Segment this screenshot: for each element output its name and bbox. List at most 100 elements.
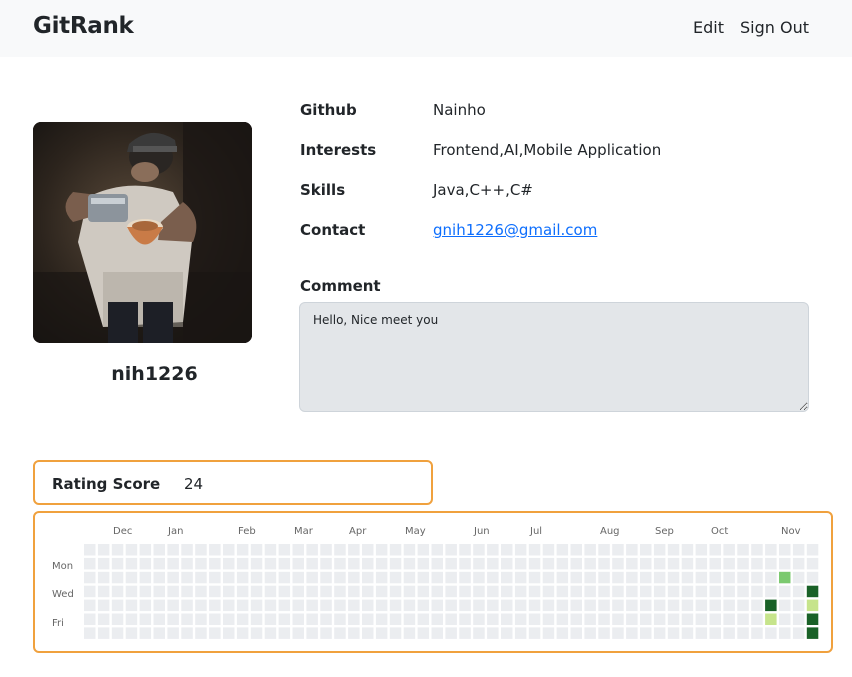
contribution-cell bbox=[751, 557, 763, 570]
contribution-cell bbox=[695, 571, 708, 584]
rating-score-label: Rating Score bbox=[52, 475, 161, 493]
contribution-cell bbox=[209, 585, 221, 598]
contribution-cell bbox=[348, 627, 360, 639]
contribution-cell bbox=[334, 613, 346, 625]
contribution-cell bbox=[264, 613, 277, 625]
contribution-cell bbox=[292, 557, 304, 570]
contribution-cell bbox=[640, 557, 652, 570]
contribution-cell bbox=[681, 613, 694, 625]
contribution-cell bbox=[487, 544, 499, 556]
contribution-cell bbox=[709, 571, 721, 584]
contribution-cell bbox=[473, 571, 485, 584]
contribution-cell bbox=[570, 544, 582, 556]
contribution-cell bbox=[97, 613, 110, 625]
contribution-cell bbox=[528, 571, 541, 584]
contribution-cell bbox=[584, 585, 596, 598]
contribution-cell bbox=[514, 544, 527, 556]
month-label-jan: Jan bbox=[167, 526, 183, 537]
contribution-cell bbox=[111, 627, 124, 639]
contribution-cell bbox=[667, 627, 680, 639]
contribution-cell bbox=[612, 599, 624, 612]
day-label-wed: Wed bbox=[52, 589, 74, 600]
comment-textarea[interactable]: Hello, Nice meet you bbox=[299, 302, 809, 412]
contribution-cell bbox=[709, 557, 721, 570]
contribution-cell bbox=[542, 571, 555, 584]
contribution-cell bbox=[278, 557, 291, 570]
contact-label: Contact bbox=[300, 221, 366, 239]
brand-logo[interactable]: GitRank bbox=[33, 13, 134, 39]
contribution-cell bbox=[626, 571, 638, 584]
contribution-cell bbox=[417, 571, 430, 584]
contribution-cell bbox=[737, 544, 749, 556]
contribution-cell bbox=[223, 613, 235, 625]
sign-out-link[interactable]: Sign Out bbox=[740, 18, 809, 37]
contribution-cell bbox=[806, 557, 819, 570]
contribution-cell bbox=[695, 627, 708, 639]
contribution-cell bbox=[320, 585, 332, 598]
contribution-cell bbox=[653, 544, 666, 556]
contribution-cell bbox=[695, 557, 708, 570]
contribution-cell bbox=[737, 599, 749, 612]
contribution-cell bbox=[306, 599, 318, 612]
contribution-cell bbox=[111, 585, 124, 598]
contribution-cell bbox=[445, 599, 457, 612]
contribution-cell bbox=[348, 599, 360, 612]
contribution-cell bbox=[362, 613, 374, 625]
contribution-cell bbox=[528, 627, 541, 639]
contribution-cell bbox=[348, 571, 360, 584]
contribution-cell bbox=[125, 557, 138, 570]
contribution-cell bbox=[487, 571, 499, 584]
contribution-cell bbox=[292, 585, 304, 598]
contribution-cell bbox=[375, 585, 388, 598]
contribution-cell bbox=[556, 627, 569, 639]
contribution-cell bbox=[250, 627, 263, 639]
contribution-cell bbox=[695, 613, 708, 625]
contribution-cell bbox=[792, 557, 805, 570]
contribution-cell bbox=[584, 557, 596, 570]
contribution-cell bbox=[779, 613, 791, 625]
contribution-cell bbox=[779, 627, 791, 639]
contribution-cell bbox=[779, 571, 791, 584]
contribution-cell bbox=[417, 599, 430, 612]
contribution-cell bbox=[195, 557, 207, 570]
contribution-cell bbox=[111, 544, 124, 556]
edit-link[interactable]: Edit bbox=[693, 18, 724, 37]
contribution-cell bbox=[292, 544, 304, 556]
day-label-fri: Fri bbox=[52, 618, 64, 629]
contribution-cell bbox=[570, 571, 582, 584]
nav-links: Edit Sign Out bbox=[693, 18, 809, 37]
contribution-cell bbox=[389, 585, 402, 598]
contribution-cell bbox=[125, 571, 138, 584]
contribution-cell bbox=[445, 544, 457, 556]
contribution-cell bbox=[528, 557, 541, 570]
contribution-cell bbox=[97, 557, 110, 570]
contribution-cell bbox=[584, 599, 596, 612]
contact-email-link[interactable]: gnih1226@gmail.com bbox=[433, 221, 597, 239]
github-label: Github bbox=[300, 101, 357, 119]
contribution-cell bbox=[278, 544, 291, 556]
contribution-cell bbox=[417, 557, 430, 570]
contribution-cell bbox=[334, 544, 346, 556]
contribution-cell bbox=[334, 571, 346, 584]
contribution-cell bbox=[292, 599, 304, 612]
contribution-cell bbox=[223, 557, 235, 570]
contribution-cell bbox=[223, 627, 235, 639]
contribution-cell bbox=[445, 571, 457, 584]
contribution-cell bbox=[84, 627, 96, 639]
avatar bbox=[33, 122, 252, 343]
contribution-cell bbox=[389, 613, 402, 625]
contribution-cell bbox=[223, 599, 235, 612]
contribution-cell bbox=[389, 627, 402, 639]
contribution-cell bbox=[751, 544, 763, 556]
contribution-cell bbox=[487, 585, 499, 598]
contribution-cell bbox=[556, 544, 569, 556]
contribution-cell bbox=[723, 627, 735, 639]
contribution-cell bbox=[167, 557, 179, 570]
contribution-cell bbox=[209, 627, 221, 639]
contribution-cell bbox=[473, 544, 485, 556]
contribution-cell bbox=[667, 599, 680, 612]
contribution-cell bbox=[195, 544, 207, 556]
contribution-cell bbox=[667, 585, 680, 598]
day-label-mon: Mon bbox=[52, 561, 73, 572]
contribution-cell bbox=[779, 585, 791, 598]
